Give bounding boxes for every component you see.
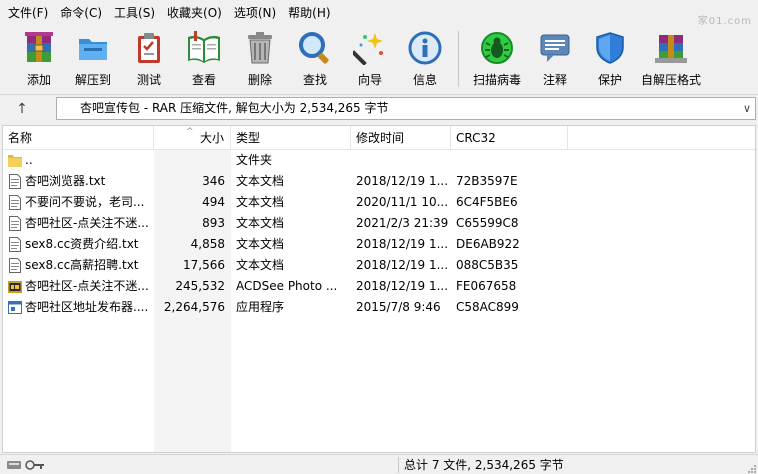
menu-commands[interactable]: 命令(C) (54, 2, 108, 24)
test-clipboard-icon (131, 30, 167, 66)
add-archive-icon (21, 30, 57, 66)
text-file-icon (8, 216, 22, 232)
info-button[interactable]: 信息 (398, 27, 452, 91)
application-file-icon (8, 300, 22, 316)
wizard-button[interactable]: 向导 (342, 27, 398, 91)
add-button[interactable]: 添加 (14, 27, 64, 91)
table-row[interactable]: sex8.cc资费介绍.txt 4,858 文本文档 2018/12/19 1.… (3, 234, 755, 255)
folder-icon (8, 153, 22, 169)
menu-tools[interactable]: 工具(S) (108, 2, 161, 24)
header-crc32[interactable]: CRC32 (451, 126, 568, 150)
header-modified[interactable]: 修改时间 (351, 126, 451, 150)
watermark-text: 家01.com (697, 16, 752, 27)
list-header: 名称 ^ 大小 类型 修改时间 CRC32 (3, 126, 755, 150)
image-file-icon (8, 279, 22, 295)
status-summary: 总计 7 文件, 2,534,265 字节 (404, 458, 564, 472)
table-row[interactable]: .. 文件夹 (3, 150, 755, 171)
header-size[interactable]: ^ 大小 (154, 126, 231, 150)
view-button[interactable]: 查看 (176, 27, 232, 91)
table-row[interactable]: sex8.cc高薪招聘.txt 17,566 文本文档 2018/12/19 1… (3, 255, 755, 276)
magnifier-icon (297, 30, 333, 66)
status-divider (398, 457, 399, 473)
wizard-wand-icon (352, 30, 388, 66)
menu-favorites[interactable]: 收藏夹(O) (161, 2, 228, 24)
text-file-icon (8, 195, 22, 211)
menu-file[interactable]: 文件(F) (2, 2, 54, 24)
status-bar: 总计 7 文件, 2,534,265 字节 (0, 454, 758, 474)
find-button[interactable]: 查找 (288, 27, 342, 91)
info-icon (407, 30, 443, 66)
resize-grip-icon[interactable] (746, 462, 756, 473)
sfx-box-icon (653, 30, 689, 66)
protect-button[interactable]: 保护 (581, 27, 639, 91)
scan-virus-button[interactable]: 扫描病毒 (465, 27, 529, 91)
table-row[interactable]: 杏吧社区地址发布器.... 2,264,576 应用程序 2015/7/8 9:… (3, 297, 755, 318)
text-file-icon (8, 237, 22, 253)
table-row[interactable]: 杏吧社区-点关注不迷... 245,532 ACDSee Photo ... 2… (3, 276, 755, 297)
test-button[interactable]: 测试 (122, 27, 176, 91)
archive-path-text: 杏吧宣传包 - RAR 压缩文件, 解包大小为 2,534,265 字节 (80, 101, 389, 115)
menu-help[interactable]: 帮助(H) (282, 2, 336, 24)
comment-button[interactable]: 注释 (529, 27, 581, 91)
toolbar-separator (458, 31, 459, 87)
sfx-button[interactable]: 自解压格式 (639, 27, 703, 91)
delete-button[interactable]: 删除 (232, 27, 288, 91)
virus-scan-icon (479, 30, 515, 66)
table-row[interactable]: 杏吧社区-点关注不迷... 893 文本文档 2021/2/3 21:39 C6… (3, 213, 755, 234)
extract-to-button[interactable]: 解压到 (64, 27, 122, 91)
table-row[interactable]: 杏吧浏览器.txt 346 文本文档 2018/12/19 1... 72B35… (3, 171, 755, 192)
text-file-icon (8, 258, 22, 274)
menu-bar: 文件(F) 命令(C) 工具(S) 收藏夹(O) 选项(N) 帮助(H) 家01… (0, 0, 758, 27)
view-book-icon (186, 30, 222, 66)
header-type[interactable]: 类型 (231, 126, 351, 150)
up-arrow-icon[interactable]: ↑ (12, 99, 32, 119)
archive-path-box[interactable]: 杏吧宣传包 - RAR 压缩文件, 解包大小为 2,534,265 字节 ∨ (56, 97, 756, 120)
comment-icon (537, 30, 573, 66)
shield-icon (592, 30, 628, 66)
toolbar: 添加 解压到 测试 查看 删除 查找 向导 信息 扫描病毒 注释 保护 自解压格… (0, 27, 758, 93)
chevron-down-icon[interactable]: ∨ (743, 98, 751, 119)
file-list: 名称 ^ 大小 类型 修改时间 CRC32 .. 文件夹 杏吧浏览器.txt 34… (2, 125, 756, 453)
drive-key-icon (6, 458, 46, 472)
sort-arrow-icon: ^ (186, 127, 194, 137)
trash-icon (242, 30, 278, 66)
extract-folder-icon (75, 30, 111, 66)
file-rows: .. 文件夹 杏吧浏览器.txt 346 文本文档 2018/12/19 1..… (3, 150, 755, 318)
menu-options[interactable]: 选项(N) (228, 2, 282, 24)
text-file-icon (8, 174, 22, 190)
address-row: ↑ 杏吧宣传包 - RAR 压缩文件, 解包大小为 2,534,265 字节 ∨ (0, 94, 758, 122)
header-name[interactable]: 名称 (3, 126, 154, 150)
winrar-window: 文件(F) 命令(C) 工具(S) 收藏夹(O) 选项(N) 帮助(H) 家01… (0, 0, 758, 474)
table-row[interactable]: 不要问不要说，老司... 494 文本文档 2020/11/1 10... 6C… (3, 192, 755, 213)
